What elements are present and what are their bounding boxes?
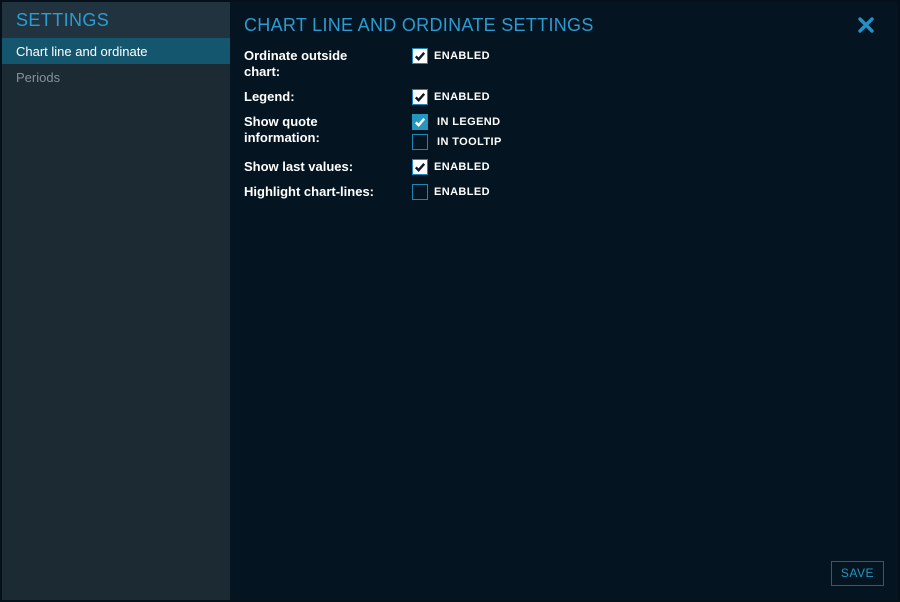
option-label: ENABLED bbox=[434, 186, 490, 198]
checkbox[interactable] bbox=[412, 114, 428, 130]
setting-options: ENABLED bbox=[412, 48, 490, 64]
option-label: ENABLED bbox=[434, 91, 490, 103]
setting-options: ENABLED bbox=[412, 184, 490, 200]
settings-row-ordinate-outside-chart: Ordinate outside chart: ENABLED bbox=[244, 48, 884, 80]
checkbox[interactable] bbox=[412, 89, 428, 105]
setting-label: Legend: bbox=[244, 89, 412, 105]
checkbox-option-enabled[interactable]: ENABLED bbox=[412, 159, 490, 175]
option-label: ENABLED bbox=[434, 161, 490, 173]
setting-options: IN LEGEND IN TOOLTIP bbox=[412, 114, 502, 150]
checkbox[interactable] bbox=[412, 48, 428, 64]
settings-row-legend: Legend: ENABLED bbox=[244, 89, 884, 105]
checkbox[interactable] bbox=[412, 159, 428, 175]
settings-form: Ordinate outside chart: ENABLED Legend: bbox=[244, 47, 884, 200]
check-icon bbox=[414, 116, 426, 128]
sidebar-item-chart-line-and-ordinate[interactable]: Chart line and ordinate bbox=[2, 38, 230, 64]
checkbox-option-enabled[interactable]: ENABLED bbox=[412, 89, 490, 105]
settings-row-show-last-values: Show last values: ENABLED bbox=[244, 159, 884, 175]
panel-header: CHART LINE AND ORDINATE SETTINGS bbox=[244, 2, 884, 37]
checkbox[interactable] bbox=[412, 134, 428, 150]
check-icon bbox=[414, 161, 426, 173]
setting-label: Ordinate outside chart: bbox=[244, 48, 412, 80]
settings-dialog: SETTINGS Chart line and ordinate Periods… bbox=[0, 0, 900, 602]
check-icon bbox=[414, 91, 426, 103]
close-button[interactable] bbox=[854, 13, 878, 37]
settings-row-highlight-chart-lines: Highlight chart-lines: ENABLED bbox=[244, 184, 884, 200]
sidebar-title: SETTINGS bbox=[2, 2, 230, 38]
main-panel: CHART LINE AND ORDINATE SETTINGS Ordinat… bbox=[230, 2, 898, 600]
check-icon bbox=[414, 50, 426, 62]
sidebar: SETTINGS Chart line and ordinate Periods bbox=[2, 2, 230, 600]
setting-label: Show last values: bbox=[244, 159, 412, 175]
checkbox-option-enabled[interactable]: ENABLED bbox=[412, 184, 490, 200]
setting-label: Highlight chart-lines: bbox=[244, 184, 412, 200]
option-label: ENABLED bbox=[434, 50, 490, 62]
checkbox[interactable] bbox=[412, 184, 428, 200]
sidebar-nav: Chart line and ordinate Periods bbox=[2, 38, 230, 90]
checkbox-option-in-legend[interactable]: IN LEGEND bbox=[412, 114, 502, 130]
checkbox-option-in-tooltip[interactable]: IN TOOLTIP bbox=[412, 134, 502, 150]
close-icon bbox=[857, 16, 875, 34]
sidebar-item-periods[interactable]: Periods bbox=[2, 64, 230, 90]
setting-options: ENABLED bbox=[412, 159, 490, 175]
setting-options: ENABLED bbox=[412, 89, 490, 105]
setting-label: Show quote information: bbox=[244, 114, 412, 146]
option-label: IN LEGEND bbox=[437, 116, 501, 128]
settings-row-show-quote-information: Show quote information: IN LEGEND IN TOO… bbox=[244, 114, 884, 150]
panel-title: CHART LINE AND ORDINATE SETTINGS bbox=[244, 13, 594, 37]
option-label: IN TOOLTIP bbox=[437, 136, 502, 148]
checkbox-option-enabled[interactable]: ENABLED bbox=[412, 48, 490, 64]
save-button[interactable]: SAVE bbox=[831, 561, 884, 586]
